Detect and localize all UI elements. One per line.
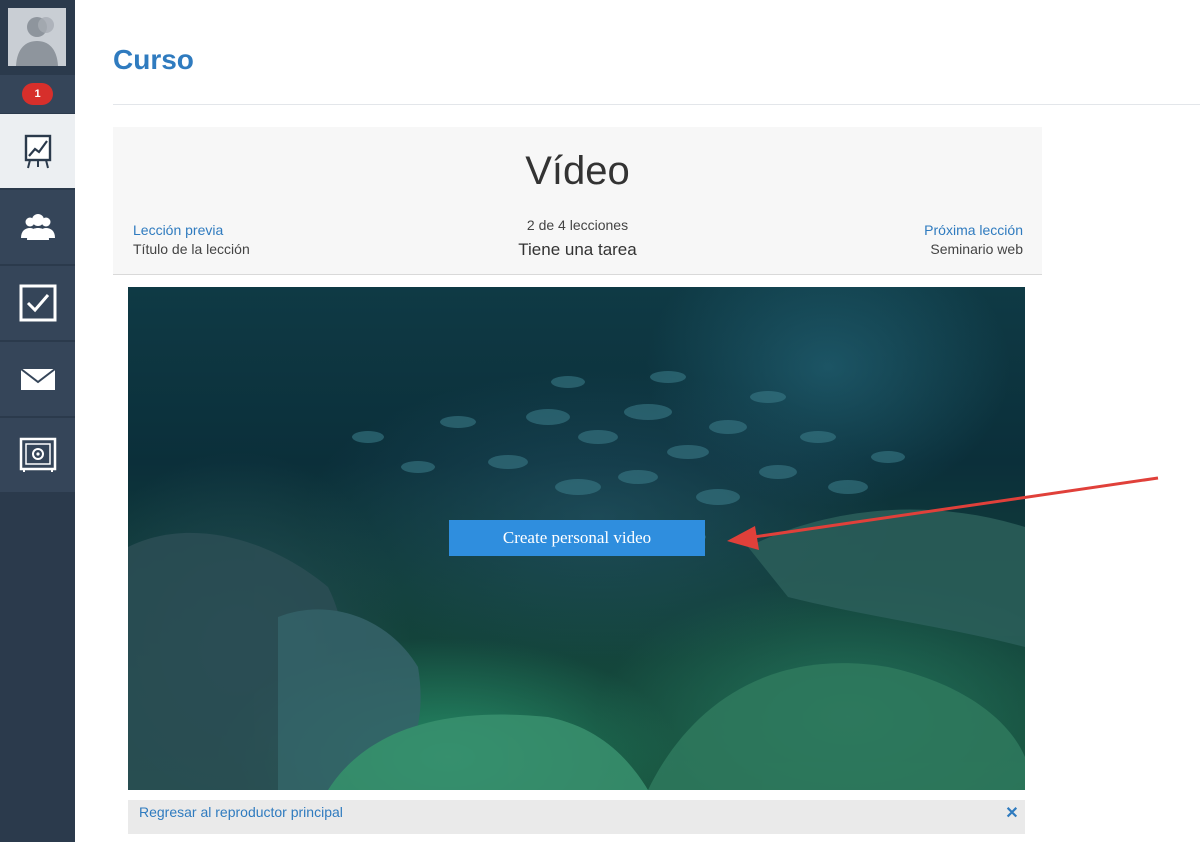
user-silhouette-icon [8,8,66,66]
users-icon [20,214,55,240]
sidebar-item-groups[interactable] [0,189,75,264]
notification-row[interactable]: 1 [0,75,75,113]
lesson-title: Vídeo [525,149,630,193]
sidebar: 1 [0,0,75,842]
sidebar-item-vault[interactable] [0,417,75,492]
notification-badge[interactable]: 1 [22,83,53,105]
sidebar-item-reports[interactable] [0,113,75,188]
sidebar-item-tasks[interactable] [0,265,75,340]
safe-icon [19,437,56,472]
lesson-header: Vídeo Lección previa Título de la lecció… [113,127,1042,275]
lesson-progress: 2 de 4 lecciones [526,217,629,233]
next-lesson-name: Seminario web [930,241,1023,257]
checkbox-icon [19,284,56,322]
next-lesson-link[interactable]: Próxima lección [924,222,1023,238]
page-title: Curso [113,44,194,75]
mail-icon [19,368,56,390]
avatar-container[interactable] [0,0,75,75]
pointer-arrow-annotation [727,476,1159,550]
create-personal-video-button[interactable]: Create personal video [449,520,705,556]
close-icon[interactable]: ✕ [1005,806,1019,822]
return-bar: Regresar al reproductor principal ✕ [128,800,1025,834]
avatar[interactable] [8,8,66,66]
lesson-task-status: Tiene una tarea [518,240,637,259]
return-to-main-player-link[interactable]: Regresar al reproductor principal [139,804,343,820]
presentation-chart-icon [24,134,51,169]
sidebar-item-messages[interactable] [0,341,75,416]
header-divider [113,104,1200,105]
